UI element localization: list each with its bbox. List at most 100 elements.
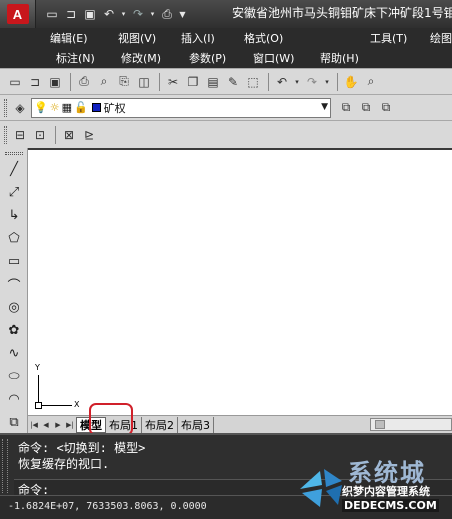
circle-icon[interactable]: ◎	[3, 296, 25, 318]
command-history-line: 恢复缓存的视口.	[18, 457, 110, 471]
model-tab-highlight	[89, 403, 133, 436]
layer-previous-icon[interactable]: ⧉	[357, 99, 375, 117]
menu-insert[interactable]: 插入(I)	[181, 30, 215, 46]
dropdown-arrow-icon[interactable]: ▾	[149, 6, 156, 22]
previous-tab-icon[interactable]: ◀	[40, 418, 52, 432]
make-object-layer-current-icon[interactable]: ⧉	[337, 99, 355, 117]
cut-icon[interactable]: ✂	[164, 73, 182, 91]
polyline-icon[interactable]: ↳	[3, 204, 25, 226]
scrollbar-thumb[interactable]	[375, 420, 385, 429]
construction-line-icon[interactable]: ⤢	[3, 181, 25, 203]
new-icon[interactable]: ▭	[6, 73, 24, 91]
rectangle-icon[interactable]: ▭	[3, 250, 25, 272]
open-file-icon[interactable]: ⊐	[63, 6, 79, 22]
copy-icon[interactable]: ❐	[184, 73, 202, 91]
undo-icon[interactable]: ↶	[101, 6, 117, 22]
last-tab-icon[interactable]: ▶|	[64, 418, 76, 432]
layer-dropdown[interactable]: 💡 ☼ ▦ 🔓 矿权 ▼	[31, 97, 331, 118]
ucs-x-label: X	[74, 400, 80, 409]
drawing-canvas[interactable]: Y X	[28, 150, 452, 415]
menu-tools[interactable]: 工具(T)	[370, 30, 407, 46]
revision-cloud-icon[interactable]: ✿	[3, 319, 25, 341]
menu-bar: 编辑(E) 视图(V) 插入(I) 格式(O) 工具(T) 绘图 标注(N) 修…	[0, 28, 452, 68]
zoom-realtime-icon[interactable]: ⌕	[362, 73, 380, 91]
layout-icon[interactable]: ⊡	[31, 126, 49, 144]
ellipse-arc-icon[interactable]: ◠	[3, 388, 25, 410]
publish-icon[interactable]: ⎘	[115, 73, 133, 91]
layer-color-swatch	[91, 103, 101, 112]
tab-layout3[interactable]: 布局3	[178, 416, 214, 433]
dropdown-arrow-icon[interactable]: ▾	[120, 6, 127, 22]
windows-logo-icon	[300, 469, 342, 507]
layer-states-icon[interactable]: ⧉	[377, 99, 395, 117]
arc-icon[interactable]: ⌒	[3, 273, 25, 295]
toolbar-grip[interactable]	[4, 98, 7, 117]
toolbar-separator	[337, 72, 338, 91]
block-editor-icon[interactable]: ⬚	[244, 73, 262, 91]
open-icon[interactable]: ⊐	[26, 73, 44, 91]
plot-icon[interactable]: ⎙	[75, 73, 93, 91]
application-menu-button[interactable]: A	[0, 0, 36, 28]
window-title: 安徽省池州市马头铜钼矿床下冲矿段1号钼	[232, 6, 452, 20]
dropdown-arrow-icon[interactable]: ▾	[323, 73, 331, 91]
watermark-url: DEDECMS.COM	[342, 499, 439, 512]
plot-icon[interactable]: ⎙	[159, 6, 175, 22]
layer-on-bulb-icon: 💡	[34, 101, 48, 114]
3d-print-icon[interactable]: ◫	[135, 73, 153, 91]
layer-unlock-icon: 🔓	[73, 101, 88, 114]
redo-icon[interactable]: ↷	[303, 73, 321, 91]
layer-freeze-viewport-icon: ▦	[61, 101, 72, 114]
tab-layout2[interactable]: 布局2	[142, 416, 178, 433]
ucs-icon: Y X	[34, 363, 79, 409]
line-icon[interactable]: ╱	[3, 158, 25, 180]
new-file-icon[interactable]: ▭	[44, 6, 60, 22]
text-style-icon[interactable]: ⊠	[60, 126, 78, 144]
undo-icon[interactable]: ↶	[273, 73, 291, 91]
menu-window[interactable]: 窗口(W)	[253, 50, 294, 66]
menu-format[interactable]: 格式(O)	[244, 30, 283, 46]
ellipse-icon[interactable]: ⬭	[3, 365, 25, 387]
toolbar-grip[interactable]	[4, 152, 23, 155]
ucs-y-label: Y	[35, 363, 40, 372]
measure-icon[interactable]: ⊟	[11, 126, 29, 144]
menu-help[interactable]: 帮助(H)	[320, 50, 359, 66]
insert-block-icon[interactable]: ⧉	[3, 411, 25, 433]
horizontal-scrollbar[interactable]	[370, 418, 452, 431]
match-properties-icon[interactable]: ✎	[224, 73, 242, 91]
site-watermark: 系统城 织梦内容管理系统 DEDECMS.COM	[296, 453, 452, 519]
spline-icon[interactable]: ∿	[3, 342, 25, 364]
ucs-x-axis	[38, 405, 72, 406]
menu-edit[interactable]: 编辑(E)	[50, 30, 88, 46]
toolbar-separator	[55, 125, 56, 144]
polygon-icon[interactable]: ⬠	[3, 227, 25, 249]
toolbar-separator	[159, 72, 160, 91]
ucs-origin-box	[35, 402, 42, 409]
dropdown-arrow-icon[interactable]: ▾	[293, 73, 301, 91]
pan-icon[interactable]: ✋	[342, 73, 360, 91]
command-window-grip[interactable]	[2, 439, 8, 493]
command-history-line: 命令: <切换到: 模型>	[18, 441, 146, 455]
save-icon[interactable]: ▣	[82, 6, 98, 22]
standard-toolbar: ▭ ⊐ ▣ ⎙ ⌕ ⎘ ◫ ✂ ❐ ▤ ✎ ⬚ ↶ ▾ ↷ ▾ ✋ ⌕	[0, 68, 452, 94]
redo-icon[interactable]: ↷	[130, 6, 146, 22]
toolbar-grip[interactable]	[4, 125, 7, 144]
next-tab-icon[interactable]: ▶	[52, 418, 64, 432]
toolbar-separator	[70, 72, 71, 91]
menu-draw[interactable]: 绘图	[430, 30, 452, 46]
menu-view[interactable]: 视图(V)	[118, 30, 156, 46]
draw-toolbar: ╱ ⤢ ↳ ⬠ ▭ ⌒ ◎ ✿ ∿ ⬭ ◠ ⧉	[0, 148, 28, 433]
layer-properties-icon[interactable]: ◈	[11, 99, 29, 117]
autocad-logo-icon: A	[6, 4, 29, 24]
dimension-style-icon[interactable]: ⊵	[80, 126, 98, 144]
menu-parametric[interactable]: 参数(P)	[189, 50, 226, 66]
paste-icon[interactable]: ▤	[204, 73, 222, 91]
cursor-coordinates[interactable]: -1.6824E+07, 7633503.8063, 0.0000	[8, 501, 207, 512]
menu-modify[interactable]: 修改(M)	[121, 50, 161, 66]
plot-preview-icon[interactable]: ⌕	[95, 73, 113, 91]
save-icon[interactable]: ▣	[46, 73, 64, 91]
menu-dimension[interactable]: 标注(N)	[56, 50, 95, 66]
customize-dropdown-icon[interactable]: ▼	[178, 6, 187, 22]
first-tab-icon[interactable]: |◀	[28, 418, 40, 432]
chevron-down-icon[interactable]: ▼	[321, 102, 328, 112]
layers-toolbar: ◈ 💡 ☼ ▦ 🔓 矿权 ▼ ⧉ ⧉ ⧉	[0, 94, 452, 120]
